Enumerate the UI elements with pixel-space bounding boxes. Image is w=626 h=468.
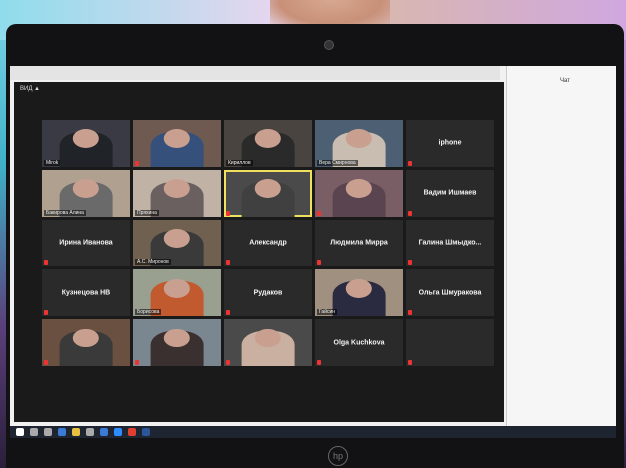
participant-name-label: Пряхина bbox=[135, 209, 159, 216]
participant-tile-t3[interactable]: Кириллов bbox=[224, 120, 312, 167]
participant-tile-t22[interactable] bbox=[133, 319, 221, 367]
participant-face bbox=[163, 129, 191, 149]
muted-mic-icon bbox=[317, 210, 321, 216]
participant-face bbox=[345, 278, 373, 298]
participant-face bbox=[163, 179, 191, 198]
participant-name-label: А.С. Миронов bbox=[135, 259, 171, 266]
mail-icon[interactable] bbox=[100, 428, 108, 436]
muted-mic-icon bbox=[135, 160, 139, 166]
muted-mic-icon bbox=[226, 310, 230, 316]
participant-tile-t17[interactable]: Борисова bbox=[133, 269, 221, 317]
participant-tile-t7[interactable]: Пряхина bbox=[133, 169, 221, 217]
participant-tile-t9[interactable] bbox=[315, 169, 403, 217]
participant-name-label: Гайсин bbox=[317, 309, 338, 316]
view-toggle[interactable]: ВИД ▲ bbox=[20, 86, 40, 92]
muted-mic-icon bbox=[44, 310, 48, 316]
store-icon[interactable] bbox=[86, 428, 94, 436]
zoom-title-bar bbox=[10, 66, 500, 80]
participant-name-center: Olga Kuchkova bbox=[333, 339, 385, 347]
participant-tile-t20[interactable]: Ольга Шмуракова bbox=[406, 269, 494, 317]
participant-tile-t25[interactable] bbox=[406, 319, 494, 367]
participant-tile-t2[interactable] bbox=[133, 120, 221, 167]
participant-face bbox=[72, 179, 100, 198]
participant-tile-t24[interactable]: Olga Kuchkova bbox=[315, 319, 403, 367]
participant-tile-t14[interactable]: Людмила Мирра bbox=[315, 219, 403, 267]
participant-name-label: Вера Смирнова bbox=[317, 159, 358, 166]
participant-tile-t18[interactable]: Рудаков bbox=[224, 269, 312, 317]
participant-tile-t16[interactable]: Кузнецова НВ bbox=[42, 269, 130, 317]
muted-mic-icon bbox=[408, 310, 412, 316]
participant-face bbox=[163, 328, 191, 348]
muted-mic-icon bbox=[226, 260, 230, 266]
webcam-icon bbox=[324, 40, 334, 50]
participant-name-center: Вадим Ишмаев bbox=[423, 189, 477, 197]
search-icon[interactable] bbox=[30, 428, 38, 436]
participant-tile-t27[interactable] bbox=[133, 369, 221, 416]
muted-mic-icon bbox=[408, 260, 412, 266]
participant-face bbox=[72, 328, 100, 348]
participant-name-center: Ольга Шмуракова bbox=[418, 289, 482, 297]
windows-taskbar bbox=[10, 426, 616, 438]
participant-tile-t13[interactable]: Александр bbox=[224, 219, 312, 267]
chat-title: Чат bbox=[560, 78, 570, 84]
start-icon[interactable] bbox=[16, 428, 24, 436]
participant-face bbox=[254, 328, 282, 348]
participant-face bbox=[254, 179, 282, 198]
participant-name-center: Галина Шмыдко... bbox=[418, 239, 482, 247]
muted-mic-icon bbox=[408, 210, 412, 216]
muted-mic-icon bbox=[44, 360, 48, 366]
muted-mic-icon bbox=[44, 260, 48, 266]
participant-name-center: Рудаков bbox=[253, 289, 283, 297]
zoom-gallery-view: ВИД ▲ Mirok Кириллов Вера Смирнова iphone Ба… bbox=[14, 82, 504, 422]
participant-face bbox=[163, 229, 191, 248]
participant-face bbox=[72, 129, 100, 149]
participant-grid: Mirok Кириллов Вера Смирнова iphone Бакирова… bbox=[42, 120, 494, 416]
muted-mic-icon bbox=[226, 210, 230, 216]
participant-face bbox=[163, 278, 191, 298]
folder-icon[interactable] bbox=[72, 428, 80, 436]
participant-name-label: Борисова bbox=[135, 309, 162, 316]
participant-tile-t8[interactable] bbox=[224, 169, 312, 217]
edge-icon[interactable] bbox=[58, 428, 66, 436]
muted-mic-icon bbox=[408, 360, 412, 366]
participant-tile-t21[interactable] bbox=[42, 319, 130, 367]
participant-name-center: Александр bbox=[249, 239, 287, 247]
participant-tile-t4[interactable]: Вера Смирнова bbox=[315, 120, 403, 167]
participant-name-label: Бакирова Алина bbox=[44, 209, 86, 216]
participant-tile-t10[interactable]: Вадим Ишмаев bbox=[406, 169, 494, 217]
participant-name-label: Mirok bbox=[44, 159, 61, 166]
muted-mic-icon bbox=[135, 360, 139, 366]
muted-mic-icon bbox=[408, 160, 412, 166]
participant-name-label: Кириллов bbox=[226, 159, 253, 166]
participant-tile-t15[interactable]: Галина Шмыдко... bbox=[406, 219, 494, 267]
chrome-icon[interactable] bbox=[128, 428, 136, 436]
participant-face bbox=[345, 179, 373, 198]
participant-name-center: Людмила Мирра bbox=[330, 239, 388, 247]
participant-name-center: iphone bbox=[438, 139, 462, 147]
participant-tile-t30[interactable] bbox=[406, 369, 494, 416]
participant-name-center: Кузнецова НВ bbox=[61, 289, 111, 297]
hp-logo: hp bbox=[328, 446, 348, 466]
participant-tile-t26[interactable] bbox=[42, 369, 130, 416]
participant-face bbox=[345, 129, 373, 149]
participant-face bbox=[254, 129, 282, 149]
participant-tile-t29[interactable] bbox=[315, 369, 403, 416]
muted-mic-icon bbox=[317, 260, 321, 266]
muted-mic-icon bbox=[317, 360, 321, 366]
participant-tile-t28[interactable] bbox=[224, 369, 312, 416]
task-view-icon[interactable] bbox=[44, 428, 52, 436]
participant-tile-t6[interactable]: Бакирова Алина bbox=[42, 169, 130, 217]
participant-tile-t1[interactable]: Mirok bbox=[42, 120, 130, 167]
word-icon[interactable] bbox=[142, 428, 150, 436]
participant-tile-t23[interactable] bbox=[224, 319, 312, 367]
participant-tile-t12[interactable]: А.С. Миронов bbox=[133, 219, 221, 267]
zoom-icon[interactable] bbox=[114, 428, 122, 436]
participant-tile-t19[interactable]: Гайсин bbox=[315, 269, 403, 317]
muted-mic-icon bbox=[226, 360, 230, 366]
participant-name-center: Ирина Иванова bbox=[59, 239, 113, 247]
participant-tile-t11[interactable]: Ирина Иванова bbox=[42, 219, 130, 267]
laptop-screen: ВИД ▲ Mirok Кириллов Вера Смирнова iphone Ба… bbox=[10, 66, 616, 426]
chat-panel: Чат bbox=[506, 66, 616, 426]
participant-tile-t5[interactable]: iphone bbox=[406, 120, 494, 167]
